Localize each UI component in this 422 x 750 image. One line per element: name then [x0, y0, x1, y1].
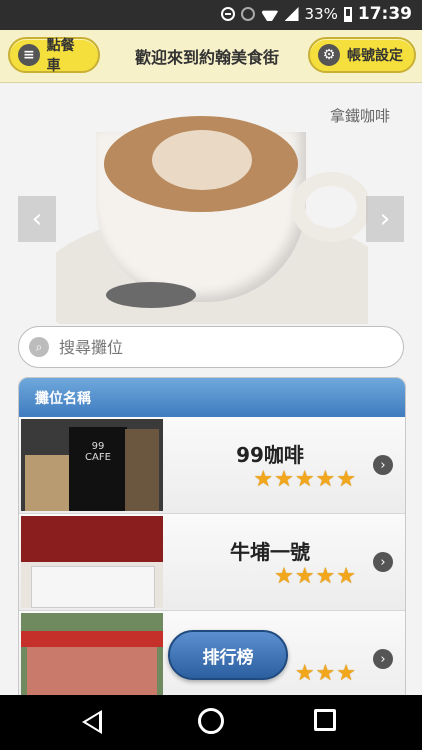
- recent-apps-icon[interactable]: [314, 709, 336, 731]
- stall-name: 牛埔一號: [230, 540, 310, 564]
- carousel-next-button[interactable]: ›: [366, 196, 404, 242]
- list-item[interactable]: 牛埔一號 ★★★★ ›: [19, 514, 405, 611]
- rating-stars: ★★★: [294, 661, 357, 686]
- stall-name: 99咖啡: [236, 443, 304, 467]
- account-settings-button[interactable]: ⚙ 帳號設定: [308, 37, 416, 73]
- cart-button-label: 點餐車: [46, 38, 75, 74]
- list-item[interactable]: 99 CAFE 99咖啡 ★★★★★ ›: [19, 417, 405, 514]
- menu-icon: ≡: [18, 44, 40, 66]
- battery-icon: [343, 6, 352, 22]
- banner-caption: 拿鐵咖啡: [330, 107, 391, 125]
- battery-percent: 33%: [304, 5, 338, 23]
- system-nav-bar: [0, 695, 422, 750]
- ranking-button[interactable]: 排行榜: [168, 630, 288, 680]
- chevron-right-icon: ›: [373, 552, 393, 572]
- stall-thumbnail: 99 CAFE: [21, 419, 163, 511]
- app-header: ≡ 點餐車 歡迎來到約翰美食街 ⚙ 帳號設定: [0, 30, 422, 83]
- stall-thumbnail: [21, 613, 163, 696]
- rating-stars: ★★★★: [274, 564, 357, 589]
- stall-thumbnail: [21, 516, 163, 608]
- search-input[interactable]: [57, 336, 381, 358]
- cart-button[interactable]: ≡ 點餐車: [8, 37, 100, 74]
- clock: 17:39: [357, 4, 412, 24]
- chevron-right-icon: ›: [373, 649, 393, 669]
- gear-icon: ⚙: [318, 44, 340, 66]
- data-saver-icon: [220, 7, 235, 21]
- signal-icon: [284, 7, 299, 21]
- search-icon: ⌕: [29, 337, 49, 357]
- status-bar: 33% 17:39: [0, 0, 422, 30]
- chevron-right-icon: ›: [379, 204, 391, 234]
- wifi-icon: [261, 7, 279, 21]
- back-icon[interactable]: [82, 710, 102, 734]
- chevron-right-icon: ›: [373, 455, 393, 475]
- page-title: 歡迎來到約翰美食街: [134, 48, 279, 67]
- account-settings-label: 帳號設定: [347, 48, 403, 64]
- chevron-left-icon: ‹: [31, 204, 43, 234]
- search-bar[interactable]: ⌕: [18, 326, 404, 368]
- banner-image-latte[interactable]: [56, 102, 368, 324]
- rating-stars: ★★★★★: [253, 467, 357, 492]
- home-icon[interactable]: [198, 708, 224, 734]
- carousel-prev-button[interactable]: ‹: [18, 196, 56, 242]
- alarm-icon: [240, 7, 255, 21]
- list-header: 攤位名稱: [19, 378, 405, 417]
